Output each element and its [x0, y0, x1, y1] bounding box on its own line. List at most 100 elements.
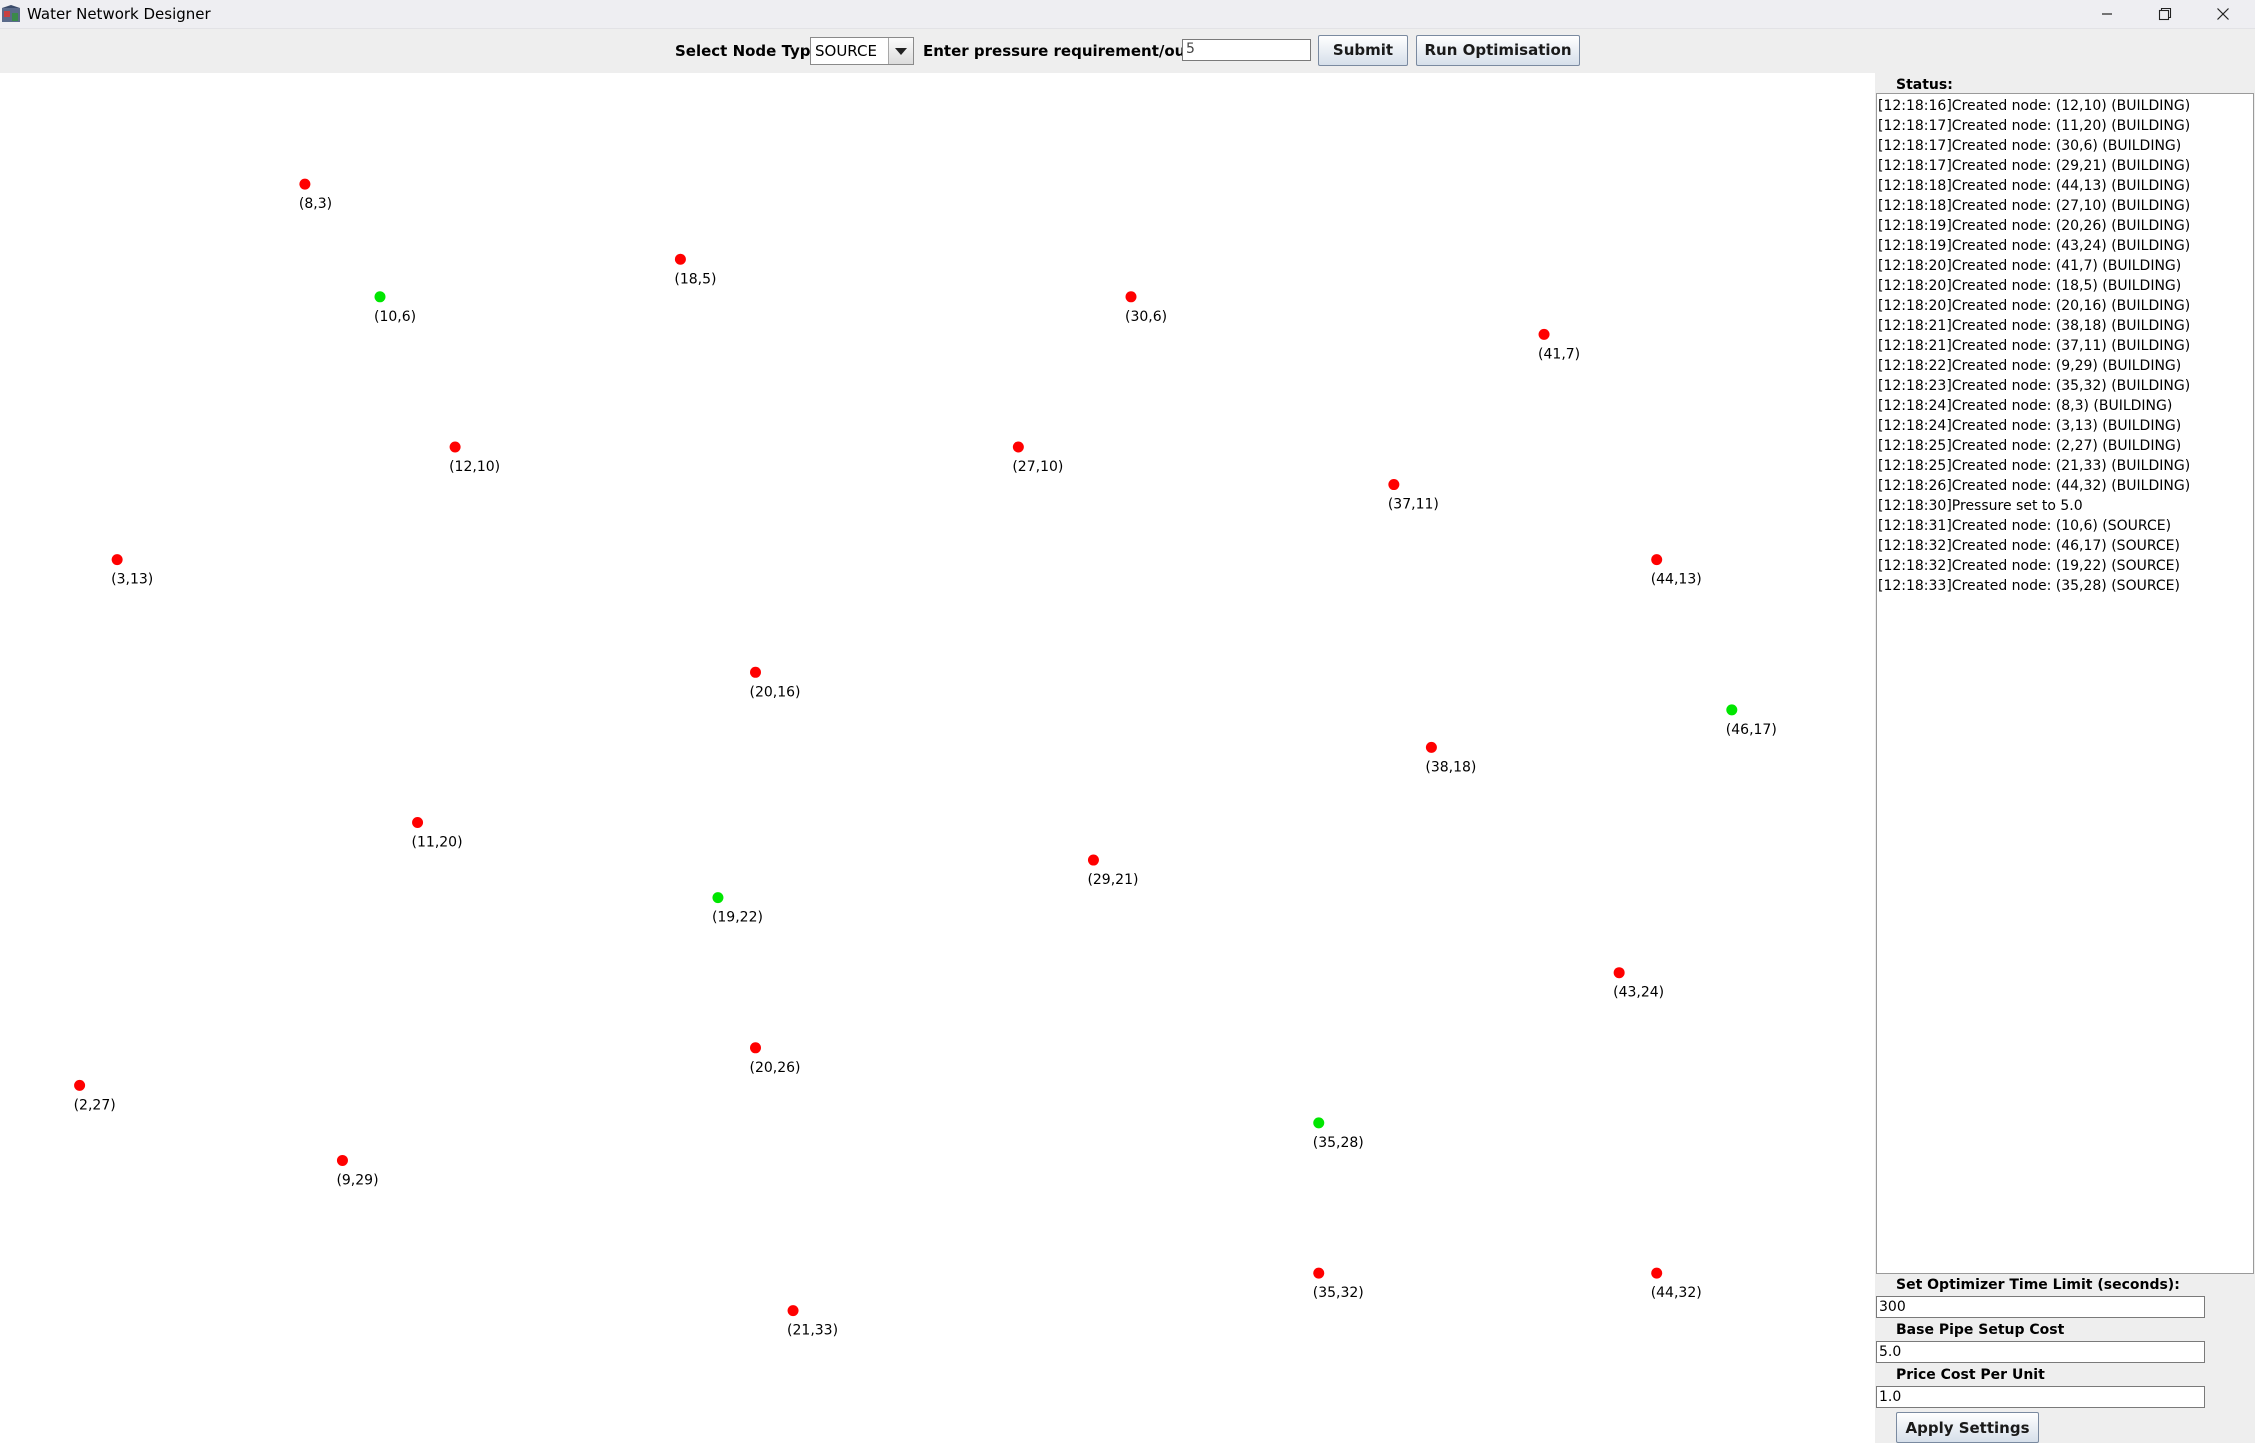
apply-settings-button[interactable]: Apply Settings	[1896, 1412, 2039, 1443]
node-type-select[interactable]: SOURCE	[810, 37, 914, 65]
status-log-line: [12:18:22]Created node: (9,29) (BUILDING…	[1878, 358, 2182, 374]
unit-cost-input[interactable]: 1.0	[1876, 1386, 2205, 1408]
network-node[interactable]: (3,13)	[111, 554, 153, 588]
status-log-line: [12:18:17]Created node: (11,20) (BUILDIN…	[1878, 118, 2191, 134]
building-node-dot[interactable]	[111, 554, 123, 566]
minimize-icon	[2102, 13, 2112, 15]
network-node[interactable]: (20,16)	[750, 666, 801, 701]
network-node[interactable]: (19,22)	[712, 892, 763, 926]
node-label: (35,28)	[1313, 1135, 1364, 1151]
close-icon	[2217, 8, 2229, 20]
building-node-dot[interactable]	[1313, 1267, 1325, 1279]
building-node-dot[interactable]	[750, 666, 761, 678]
submit-button[interactable]: Submit	[1318, 35, 1408, 66]
network-node[interactable]: (44,32)	[1651, 1267, 1702, 1302]
status-log-line: [12:18:20]Created node: (20,16) (BUILDIN…	[1878, 298, 2191, 314]
status-log-line: [12:18:33]Created node: (35,28) (SOURCE)	[1878, 578, 2180, 594]
node-label: (35,32)	[1313, 1285, 1364, 1301]
building-node-dot[interactable]	[449, 441, 461, 453]
network-node[interactable]: (44,13)	[1651, 554, 1702, 588]
building-node-dot[interactable]	[1425, 741, 1437, 753]
status-label: Status:	[1896, 77, 1953, 93]
chevron-down-icon	[895, 48, 907, 55]
network-node[interactable]: (20,26)	[750, 1042, 801, 1076]
pressure-input[interactable]: 5	[1182, 39, 1311, 61]
building-node-dot[interactable]	[299, 178, 311, 190]
run-optimisation-button[interactable]: Run Optimisation	[1416, 35, 1580, 66]
network-node[interactable]: (9,29)	[336, 1154, 379, 1189]
building-node-dot[interactable]	[674, 253, 686, 265]
node-type-value: SOURCE	[815, 42, 877, 60]
building-node-dot[interactable]	[750, 1042, 761, 1054]
source-node-dot[interactable]	[712, 892, 724, 904]
building-node-dot[interactable]	[1651, 1267, 1663, 1279]
source-node-dot[interactable]	[1313, 1117, 1325, 1129]
network-node[interactable]: (11,20)	[412, 817, 463, 851]
app-window-icon[interactable]	[2, 5, 20, 23]
building-node-dot[interactable]	[74, 1079, 86, 1091]
node-label: (46,17)	[1726, 722, 1777, 738]
node-type-label: Select Node Type:	[675, 42, 827, 60]
status-log-line: [12:18:23]Created node: (35,32) (BUILDIN…	[1878, 378, 2191, 394]
base-cost-label: Base Pipe Setup Cost	[1896, 1322, 2065, 1338]
building-node-dot[interactable]	[412, 817, 424, 828]
network-node[interactable]: (35,28)	[1313, 1117, 1364, 1151]
status-log-line: [12:18:31]Created node: (10,6) (SOURCE)	[1878, 518, 2172, 534]
restore-icon	[2158, 7, 2172, 21]
status-log-line: [12:18:21]Created node: (37,11) (BUILDIN…	[1878, 338, 2191, 354]
network-node[interactable]: (2,27)	[74, 1079, 116, 1114]
building-node-dot[interactable]	[1388, 479, 1400, 491]
network-node[interactable]: (37,11)	[1388, 479, 1439, 513]
status-log-line: [12:18:24]Created node: (8,3) (BUILDING)	[1878, 398, 2173, 414]
building-node-dot[interactable]	[1125, 291, 1137, 303]
node-label: (8,3)	[299, 196, 332, 212]
node-label: (20,26)	[750, 1060, 801, 1076]
dropdown-arrow[interactable]	[888, 38, 913, 64]
status-log-line: [12:18:20]Created node: (18,5) (BUILDING…	[1878, 278, 2182, 294]
building-node-dot[interactable]	[1613, 967, 1625, 979]
network-node[interactable]: (8,3)	[299, 178, 332, 213]
network-canvas[interactable]: (8,3) (18,5) (10,6) (30,6) (41,7) (12,10) (27,…	[0, 73, 1875, 1443]
status-log-line: [12:18:18]Created node: (27,10) (BUILDIN…	[1878, 198, 2191, 214]
network-node[interactable]: (35,32)	[1313, 1267, 1364, 1302]
network-node[interactable]: (29,21)	[1087, 854, 1138, 889]
restore-button[interactable]	[2136, 0, 2194, 28]
time-limit-input[interactable]: 300	[1876, 1296, 2205, 1318]
building-node-dot[interactable]	[1012, 441, 1024, 453]
minimize-button[interactable]	[2078, 0, 2136, 28]
status-log-line: [12:18:16]Created node: (12,10) (BUILDIN…	[1878, 98, 2191, 114]
status-log-line: [12:18:32]Created node: (19,22) (SOURCE)	[1878, 558, 2180, 574]
building-node-dot[interactable]	[1651, 554, 1663, 566]
status-log-line: [12:18:32]Created node: (46,17) (SOURCE)	[1878, 538, 2180, 554]
network-node[interactable]: (21,33)	[787, 1305, 838, 1339]
base-cost-input[interactable]: 5.0	[1876, 1341, 2205, 1363]
network-node[interactable]: (30,6)	[1125, 291, 1167, 325]
network-node[interactable]: (27,10)	[1012, 441, 1063, 476]
network-node[interactable]: (10,6)	[374, 291, 416, 325]
status-log-line: [12:18:18]Created node: (44,13) (BUILDIN…	[1878, 178, 2191, 194]
network-node[interactable]: (46,17)	[1726, 704, 1777, 738]
title-bar: Water Network Designer	[0, 0, 2255, 29]
node-label: (2,27)	[74, 1097, 116, 1113]
node-label: (3,13)	[111, 572, 153, 588]
time-limit-label: Set Optimizer Time Limit (seconds):	[1896, 1277, 2180, 1293]
network-drawing[interactable]: (8,3) (18,5) (10,6) (30,6) (41,7) (12,10) (27,…	[0, 73, 1875, 1443]
node-label: (38,18)	[1425, 759, 1476, 775]
status-log[interactable]: [12:18:16]Created node: (12,10) (BUILDIN…	[1876, 93, 2254, 1274]
status-log-line: [12:18:19]Created node: (20,26) (BUILDIN…	[1878, 218, 2191, 234]
network-node[interactable]: (38,18)	[1425, 741, 1476, 776]
network-node[interactable]: (41,7)	[1538, 328, 1580, 363]
source-node-dot[interactable]	[1726, 704, 1738, 716]
close-button[interactable]	[2194, 0, 2252, 28]
source-node-dot[interactable]	[374, 291, 386, 303]
building-node-dot[interactable]	[336, 1154, 348, 1166]
network-node[interactable]: (12,10)	[449, 441, 500, 476]
network-node[interactable]: (18,5)	[674, 253, 717, 288]
building-node-dot[interactable]	[1538, 328, 1550, 340]
network-node[interactable]: (43,24)	[1613, 967, 1664, 1001]
status-log-line: [12:18:25]Created node: (2,27) (BUILDING…	[1878, 438, 2182, 454]
node-label: (20,16)	[750, 684, 801, 700]
window-title: Water Network Designer	[27, 5, 211, 23]
building-node-dot[interactable]	[787, 1305, 799, 1317]
building-node-dot[interactable]	[1087, 854, 1099, 866]
